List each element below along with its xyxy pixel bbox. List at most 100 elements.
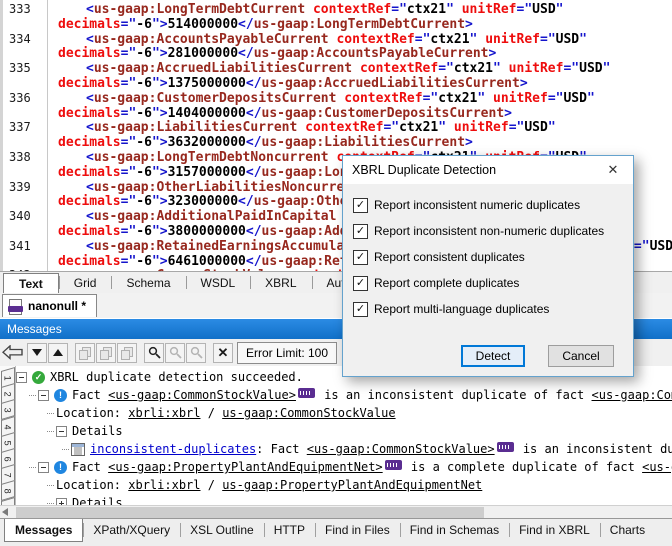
- output-tab-charts[interactable]: Charts: [600, 520, 655, 540]
- checkbox-checked-icon[interactable]: ✓: [353, 276, 368, 291]
- info-icon: !: [54, 461, 67, 474]
- message-link[interactable]: <us-gaap:PropertyPlantAndEquipmentNet>: [642, 460, 672, 474]
- checkbox-row[interactable]: ✓Report inconsistent numeric duplicates: [353, 197, 580, 213]
- info-icon: !: [54, 389, 67, 402]
- output-tab-find-in-schemas[interactable]: Find in Schemas: [400, 520, 509, 540]
- scroll-left-icon[interactable]: [2, 508, 8, 516]
- copy-all-icon: [121, 347, 133, 359]
- output-tab-http[interactable]: HTTP: [264, 520, 315, 540]
- collapse-box[interactable]: [56, 426, 67, 437]
- xmlspy-window: 333<us-gaap:LongTermDebtCurrent contextR…: [0, 0, 672, 546]
- expand-box[interactable]: [56, 498, 67, 506]
- tree-stub: [47, 485, 54, 486]
- horizontal-scrollbar[interactable]: [0, 505, 672, 519]
- tree-stub: [47, 413, 54, 414]
- output-tab-xsl-outline[interactable]: XSL Outline: [180, 520, 264, 540]
- checkbox-label: Report complete duplicates: [374, 276, 519, 290]
- xbrl-definition-badge[interactable]: [497, 442, 514, 452]
- output-tab-messages[interactable]: Messages: [4, 519, 83, 542]
- checkbox-checked-icon[interactable]: ✓: [353, 302, 368, 317]
- copy-message-button[interactable]: [75, 343, 95, 363]
- close-icon[interactable]: ✕: [593, 156, 633, 184]
- collapse-box[interactable]: [38, 462, 49, 473]
- line-number: 340: [9, 209, 43, 224]
- magnifier-down-icon: [190, 346, 203, 359]
- view-tab-xbrl[interactable]: XBRL: [250, 272, 311, 293]
- message-link[interactable]: us-gaap:PropertyPlantAndEquipmentNet: [222, 478, 482, 492]
- cancel-button[interactable]: Cancel: [548, 345, 614, 367]
- checkbox-row[interactable]: ✓ Report complete duplicates: [353, 275, 519, 291]
- message-link[interactable]: <us-gaap:CommonStockValue>: [592, 388, 672, 402]
- checkbox-checked-icon[interactable]: ✓: [353, 250, 368, 265]
- file-tab-nanonull[interactable]: nanonull *: [2, 294, 97, 317]
- message-text: XBRL duplicate detection succeeded.: [50, 370, 303, 384]
- clear-messages-button[interactable]: ✕: [213, 343, 233, 363]
- checkbox-row[interactable]: ✓ Report multi-language duplicates: [353, 301, 549, 317]
- checkbox-label: Report multi-language duplicates: [374, 302, 549, 316]
- xbrl-definition-badge[interactable]: [385, 460, 402, 470]
- error-limit-button[interactable]: Error Limit: 100: [237, 342, 337, 364]
- detect-button[interactable]: Detect: [461, 345, 525, 367]
- message-link[interactable]: xbrli:xbrl: [128, 406, 200, 420]
- checkbox-row[interactable]: ✓Report consistent duplicates: [353, 249, 525, 265]
- collapse-box[interactable]: [38, 390, 49, 401]
- line-number: 336: [9, 91, 43, 106]
- view-tab-grid[interactable]: Grid: [59, 272, 112, 293]
- scrollbar-thumb[interactable]: [16, 507, 484, 518]
- output-tab-bar: MessagesXPath/XQueryXSL OutlineHTTPFind …: [0, 518, 672, 546]
- view-tab-schema[interactable]: Schema: [111, 272, 185, 293]
- checkbox-checked-icon[interactable]: ✓: [353, 224, 368, 239]
- xbrl-definition-badge[interactable]: [298, 388, 315, 398]
- next-message-button[interactable]: [27, 343, 47, 363]
- xbrl-duplicate-detection-dialog: XBRL Duplicate Detection ✕ ✓Report incon…: [342, 155, 634, 377]
- message-text: is an inconsistent duplicate of fact: [317, 388, 592, 402]
- message-text: is an inconsistent duplicate of fact: [516, 442, 672, 456]
- view-tab-wsdl[interactable]: WSDL: [186, 272, 251, 293]
- jump-to-message-icon[interactable]: [0, 343, 26, 363]
- message-row: !Fact <us-gaap:CommonStockValue> is an i…: [15, 386, 672, 404]
- message-text: is a complete duplicate of fact: [404, 460, 642, 474]
- messages-output[interactable]: ✓XBRL duplicate detection succeeded.!Fac…: [0, 366, 672, 505]
- copy-plus-icon: [100, 347, 112, 359]
- code-line: 337<us-gaap:LiabilitiesCurrent contextRe…: [3, 120, 672, 135]
- tree-stub: [62, 449, 69, 450]
- find-next-button[interactable]: [186, 343, 206, 363]
- code-line-wrap: decimals="-6">1375000000</us-gaap:Accrue…: [3, 76, 672, 91]
- find-in-messages-button[interactable]: [144, 343, 164, 363]
- message-text: : Fact: [256, 442, 307, 456]
- copy-all-messages-button[interactable]: [117, 343, 137, 363]
- line-number: 337: [9, 120, 43, 135]
- message-link[interactable]: <us-gaap:CommonStockValue>: [307, 442, 495, 456]
- message-row: Details: [15, 422, 123, 440]
- message-link[interactable]: xbrli:xbrl: [128, 478, 200, 492]
- message-link[interactable]: <us-gaap:CommonStockValue>: [108, 388, 296, 402]
- collapse-box[interactable]: [16, 372, 27, 383]
- line-number: 334: [9, 32, 43, 47]
- previous-message-button[interactable]: [48, 343, 68, 363]
- magnifier-up-icon: [169, 346, 182, 359]
- code-line: 333<us-gaap:LongTermDebtCurrent contextR…: [3, 2, 672, 17]
- message-text: Location:: [56, 406, 128, 420]
- output-tab-find-in-xbrl[interactable]: Find in XBRL: [509, 520, 600, 540]
- copy-message-and-children-button[interactable]: [96, 343, 116, 363]
- message-row: ✓ XBRL duplicate detection succeeded.: [15, 368, 303, 386]
- checkbox-row[interactable]: ✓Report inconsistent non-numeric duplica…: [353, 223, 604, 239]
- checkbox-checked-icon[interactable]: ✓: [353, 198, 368, 213]
- line-number: 333: [9, 2, 43, 17]
- message-row: ! Fact <us-gaap:PropertyPlantAndEquipment…: [15, 458, 672, 476]
- success-check-icon: ✓: [32, 371, 45, 384]
- copy-icon: [79, 347, 91, 359]
- message-link[interactable]: us-gaap:CommonStockValue: [222, 406, 395, 420]
- message-text: Details: [72, 496, 123, 505]
- dialog-title: XBRL Duplicate Detection: [343, 163, 496, 177]
- code-line: 334<us-gaap:AccountsPayableCurrent conte…: [3, 32, 672, 47]
- output-tab-xpath-xquery[interactable]: XPath/XQuery: [83, 520, 180, 540]
- message-link[interactable]: <us-gaap:PropertyPlantAndEquipmentNet>: [108, 460, 383, 474]
- dialog-titlebar[interactable]: XBRL Duplicate Detection ✕: [343, 156, 633, 184]
- message-text: Fact: [72, 460, 108, 474]
- output-tab-find-in-files[interactable]: Find in Files: [315, 520, 400, 540]
- view-tab-text[interactable]: Text: [3, 273, 59, 293]
- find-previous-button[interactable]: [165, 343, 185, 363]
- message-rule-link[interactable]: inconsistent-duplicates: [90, 442, 256, 456]
- magnifier-icon: [148, 346, 161, 359]
